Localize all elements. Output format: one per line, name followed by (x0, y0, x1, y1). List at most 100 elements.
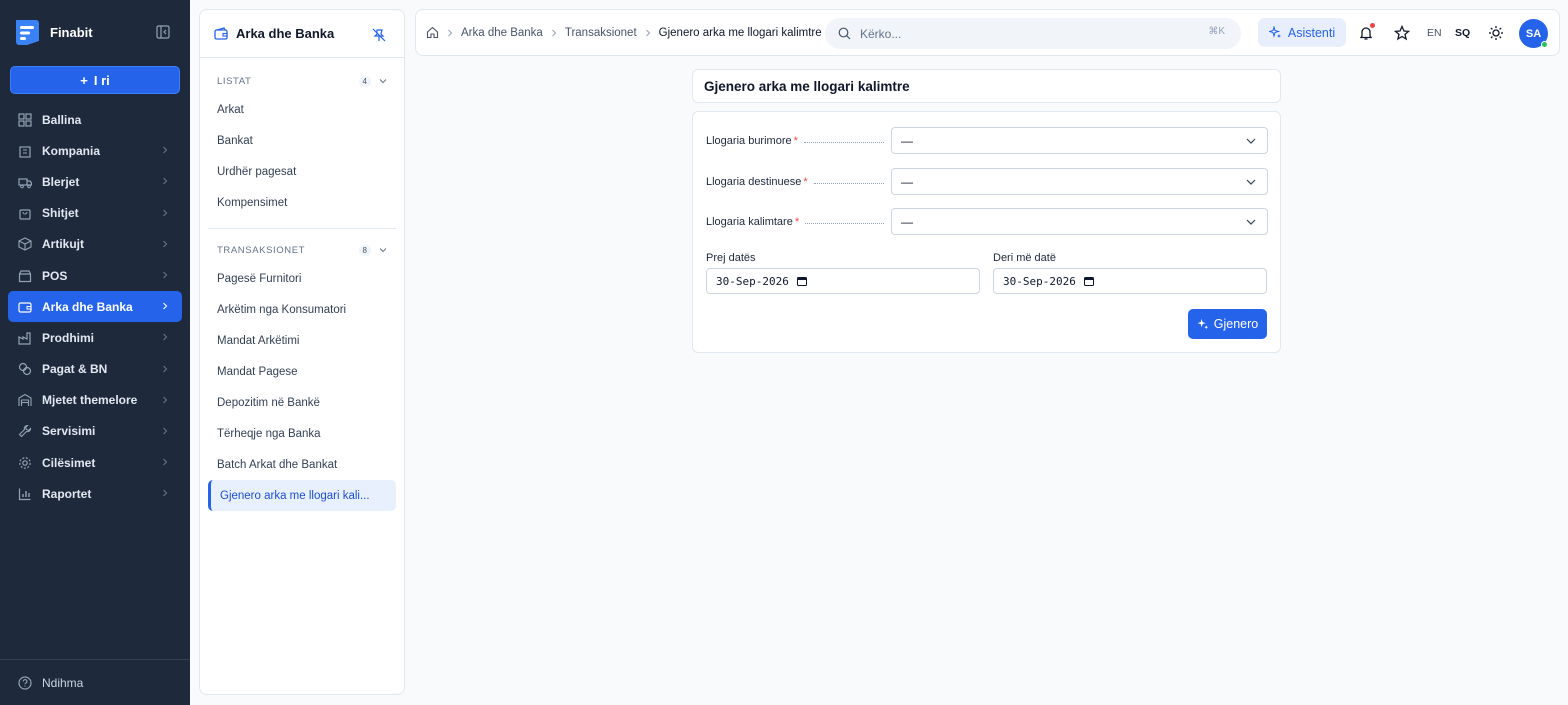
home-icon[interactable] (426, 26, 439, 39)
search-icon (838, 27, 851, 40)
destination-account-select[interactable]: — (891, 168, 1268, 195)
sparkles-icon (1197, 318, 1208, 330)
group-count-badge: 4 (358, 76, 371, 87)
truck-icon (18, 178, 32, 189)
calendar-icon[interactable] (796, 276, 807, 286)
chevron-right-icon (163, 146, 168, 154)
unpin-icon[interactable] (372, 28, 386, 42)
nav-item-kompania[interactable]: Kompania (8, 135, 182, 166)
date-to-input[interactable]: 30-Sep-2026 (993, 268, 1267, 294)
chevron-right-icon (163, 302, 168, 310)
panel-list-item[interactable]: Depozitim në Bankë (200, 387, 396, 418)
destination-account-label: Llogaria destinuese * (706, 175, 808, 188)
search-placeholder: Kërko... (860, 26, 902, 41)
nav-item-pagat-bn[interactable]: Pagat & BN (8, 354, 182, 385)
panel-list-item[interactable]: Tërheqje nga Banka (200, 418, 396, 449)
nav-item-artikujt[interactable]: Artikujt (8, 229, 182, 260)
generate-form: Llogaria burimore * — Llogaria destinuese… (692, 111, 1281, 353)
nav-item-blerjet[interactable]: Blerjet (8, 166, 182, 197)
source-account-row: Llogaria burimore * — (706, 127, 1268, 154)
panel-list-item[interactable]: Mandat Pagese (200, 356, 396, 387)
transit-account-value: — (901, 214, 913, 229)
chevron-right-icon (163, 209, 168, 216)
coins-icon (18, 362, 32, 376)
nav-item-raportet[interactable]: Raportet (8, 478, 182, 509)
new-button[interactable]: + I ri (10, 66, 180, 94)
nav-item-shitjet[interactable]: Shitjet (8, 198, 182, 229)
panel-list-item[interactable]: Gjenero arka me llogari kali... (208, 480, 396, 511)
chevron-right-icon (163, 489, 168, 497)
help-link[interactable]: Ndihma (0, 659, 190, 705)
nav-item-prodhimi[interactable]: Prodhimi (8, 322, 182, 353)
chevron-right-icon (163, 177, 168, 185)
calendar-icon[interactable] (1083, 276, 1094, 286)
online-status-dot (1541, 41, 1548, 48)
date-from-value: 30-Sep-2026 (716, 274, 789, 288)
panel-list-item[interactable]: Arkëtim nga Konsumatori (200, 294, 396, 325)
date-from-input[interactable]: 30-Sep-2026 (706, 268, 980, 294)
chevron-right-icon (163, 240, 168, 248)
source-account-select[interactable]: — (891, 127, 1268, 154)
wrench-icon (18, 425, 32, 438)
breadcrumb-item[interactable]: Transaksionet (565, 27, 637, 39)
assistant-button[interactable]: Asistenti (1258, 18, 1346, 47)
panel-groups: LISTAT 4 Arkat Bankat Urdhër pagesat Kompensi… (200, 58, 404, 511)
group-title: TRANSAKSIONET (217, 244, 306, 256)
transit-account-select[interactable]: — (891, 208, 1268, 235)
chevron-right-icon (448, 29, 453, 36)
dashboard-icon (18, 112, 32, 127)
lang-sq-button[interactable]: SQ (1455, 27, 1470, 39)
store-icon (18, 269, 32, 282)
date-from-label: Prej datës (706, 252, 756, 264)
leader-dots (813, 183, 884, 184)
search-input[interactable]: Kërko... ⌘K (825, 18, 1241, 49)
wallet-icon (18, 302, 32, 313)
panel-list-item[interactable]: Bankat (200, 125, 396, 156)
panel-list-item[interactable]: Urdhër pagesat (200, 156, 396, 187)
lang-en-button[interactable]: EN (1427, 27, 1442, 39)
nav-item-arka-dhe-banka[interactable]: Arka dhe Banka (8, 291, 182, 323)
nav-item-cilësimet[interactable]: Cilësimet (8, 447, 182, 478)
sun-icon[interactable] (1488, 25, 1504, 41)
star-icon[interactable] (1394, 25, 1410, 41)
nav-item-pos[interactable]: POS (8, 260, 182, 291)
sidebar: Finabit + I ri Ballina Kompania Blerjet Shi… (0, 0, 190, 705)
chevron-down-icon (379, 248, 387, 253)
breadcrumb: Arka dhe Banka Transaksionet Gjenero ark… (426, 26, 822, 39)
panel-list-item[interactable]: Pagesë Furnitori (200, 263, 396, 294)
new-button-label: I ri (93, 72, 110, 88)
nav-item-label: Kompania (42, 143, 101, 158)
nav-item-label: Shitjet (42, 206, 79, 221)
box-icon (18, 237, 32, 251)
panel-list-item[interactable]: Batch Arkat dhe Bankat (200, 449, 396, 480)
notification-dot (1370, 23, 1375, 28)
nav-item-mjetet-themelore[interactable]: Mjetet themelore (8, 385, 182, 416)
search-shortcut: ⌘K (1208, 26, 1225, 37)
sparkles-icon (1268, 26, 1281, 38)
panel-list-item[interactable]: Kompensimet (200, 187, 396, 218)
brand[interactable]: Finabit (12, 16, 93, 48)
generate-button[interactable]: Gjenero (1188, 309, 1267, 339)
source-account-value: — (901, 133, 913, 148)
leader-dots (803, 142, 884, 143)
destination-account-value: — (901, 174, 913, 189)
breadcrumb-item[interactable]: Arka dhe Banka (461, 27, 543, 39)
panel-list-item[interactable]: Arkat (200, 94, 396, 125)
warehouse-icon (18, 394, 32, 407)
panel-title: Arka dhe Banka (236, 26, 335, 41)
nav-item-label: Raportet (42, 486, 92, 501)
nav-item-label: POS (42, 268, 68, 283)
chevron-right-icon (645, 29, 650, 36)
nav-item-servisimi[interactable]: Servisimi (8, 416, 182, 447)
panel-list-item[interactable]: Mandat Arkëtimi (200, 325, 396, 356)
nav-item-label: Cilësimet (42, 455, 96, 470)
sidebar-collapse-icon[interactable] (156, 25, 170, 39)
group-header[interactable]: LISTAT 4 (200, 68, 404, 94)
chevron-right-icon (163, 271, 168, 279)
breadcrumb-current: Gjenero arka me llogari kalimtre (658, 26, 822, 39)
nav-item-ballina[interactable]: Ballina (8, 104, 182, 135)
group-header[interactable]: TRANSAKSIONET 8 (200, 237, 404, 263)
shopping-bag-icon (19, 209, 31, 220)
nav-item-label: Servisimi (42, 424, 96, 439)
app-name: Finabit (50, 24, 93, 40)
